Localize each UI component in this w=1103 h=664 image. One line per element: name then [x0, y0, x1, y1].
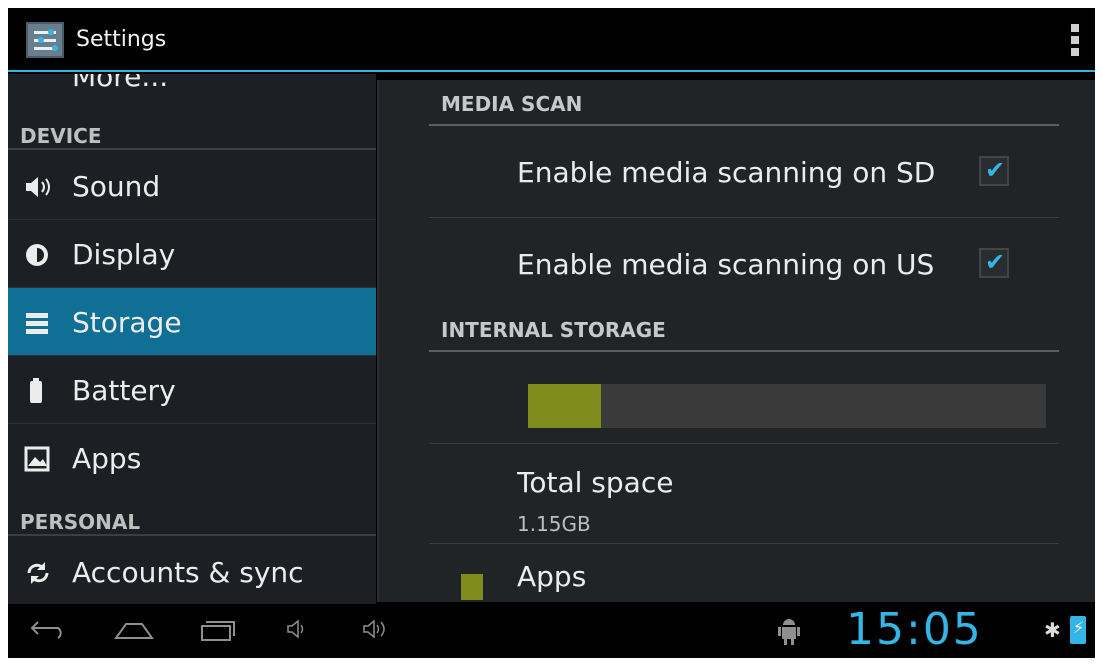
home-icon[interactable]	[114, 618, 154, 646]
recent-apps-icon[interactable]	[200, 618, 236, 648]
brightness-icon	[24, 242, 52, 268]
scan-usb-checkbox[interactable]: ✔	[979, 248, 1009, 278]
battery-charging-icon: ⚡	[1070, 616, 1086, 644]
scan-sd-row[interactable]: Enable media scanning on SD ✔	[429, 126, 1059, 218]
sidebar-item-label: Sound	[72, 170, 161, 203]
sidebar-item-battery[interactable]: Battery	[8, 356, 376, 424]
scan-usb-label: Enable media scanning on USB	[517, 248, 937, 281]
header-personal: PERSONAL	[8, 502, 376, 536]
storage-usage-bar	[528, 384, 1046, 428]
sidebar-item-storage[interactable]: Storage	[8, 288, 376, 356]
sidebar-item-label: More...	[72, 74, 169, 93]
scan-sd-checkbox[interactable]: ✔	[979, 156, 1009, 186]
volume-up-icon[interactable]	[362, 618, 394, 646]
total-space-label: Total space	[517, 466, 674, 499]
storage-usage-fill	[528, 384, 601, 428]
header-device: DEVICE	[8, 116, 376, 150]
storage-detail-pane: MEDIA SCAN Enable media scanning on SD ✔…	[377, 80, 1095, 602]
scan-usb-row[interactable]: Enable media scanning on USB ✔	[429, 218, 1059, 310]
speaker-icon	[24, 174, 52, 200]
sidebar-item-display[interactable]: Display	[8, 220, 376, 288]
section-internal-storage: INTERNAL STORAGE	[429, 306, 1059, 352]
storage-icon	[24, 310, 52, 336]
sidebar-item-label: Storage	[72, 306, 182, 339]
settings-sidebar: More... DEVICE Sound Display Storage Bat…	[8, 74, 376, 604]
sidebar-item-label: Display	[72, 238, 176, 271]
bluetooth-icon: ✱	[1044, 618, 1061, 642]
sidebar-item-apps[interactable]: Apps	[8, 424, 376, 492]
action-bar: Settings	[8, 8, 1095, 72]
sidebar-item-label: Apps	[72, 442, 142, 475]
scan-sd-label: Enable media scanning on SD	[517, 156, 936, 189]
tablet-screen: Settings More... DEVICE Sound Display St…	[8, 8, 1095, 658]
apps-usage-label: Apps	[517, 560, 587, 593]
sidebar-item-accounts-sync[interactable]: Accounts & sync	[8, 538, 376, 604]
overflow-menu-icon[interactable]	[1066, 22, 1086, 58]
total-space-value: 1.15GB	[517, 512, 591, 536]
volume-down-icon[interactable]	[286, 618, 308, 646]
sidebar-item-label: Battery	[72, 374, 176, 407]
section-media-scan: MEDIA SCAN	[429, 80, 1059, 126]
system-bar: 15:05 ✱ ⚡	[8, 604, 1095, 658]
clock: 15:05	[846, 604, 983, 655]
checkmark-icon: ✔	[985, 156, 1006, 184]
sync-icon	[24, 560, 52, 586]
back-icon[interactable]	[30, 618, 68, 646]
battery-icon	[24, 378, 52, 404]
apps-icon	[24, 446, 52, 472]
sidebar-item-sound[interactable]: Sound	[8, 152, 376, 220]
settings-sliders-icon[interactable]	[26, 22, 64, 58]
sidebar-item-label: Accounts & sync	[72, 556, 304, 589]
apps-usage-row[interactable]: Apps	[429, 544, 1059, 602]
checkmark-icon: ✔	[985, 248, 1006, 276]
app-title: Settings	[76, 27, 167, 52]
usb-debugging-icon	[778, 616, 800, 646]
sidebar-item-more[interactable]: More...	[8, 74, 376, 102]
